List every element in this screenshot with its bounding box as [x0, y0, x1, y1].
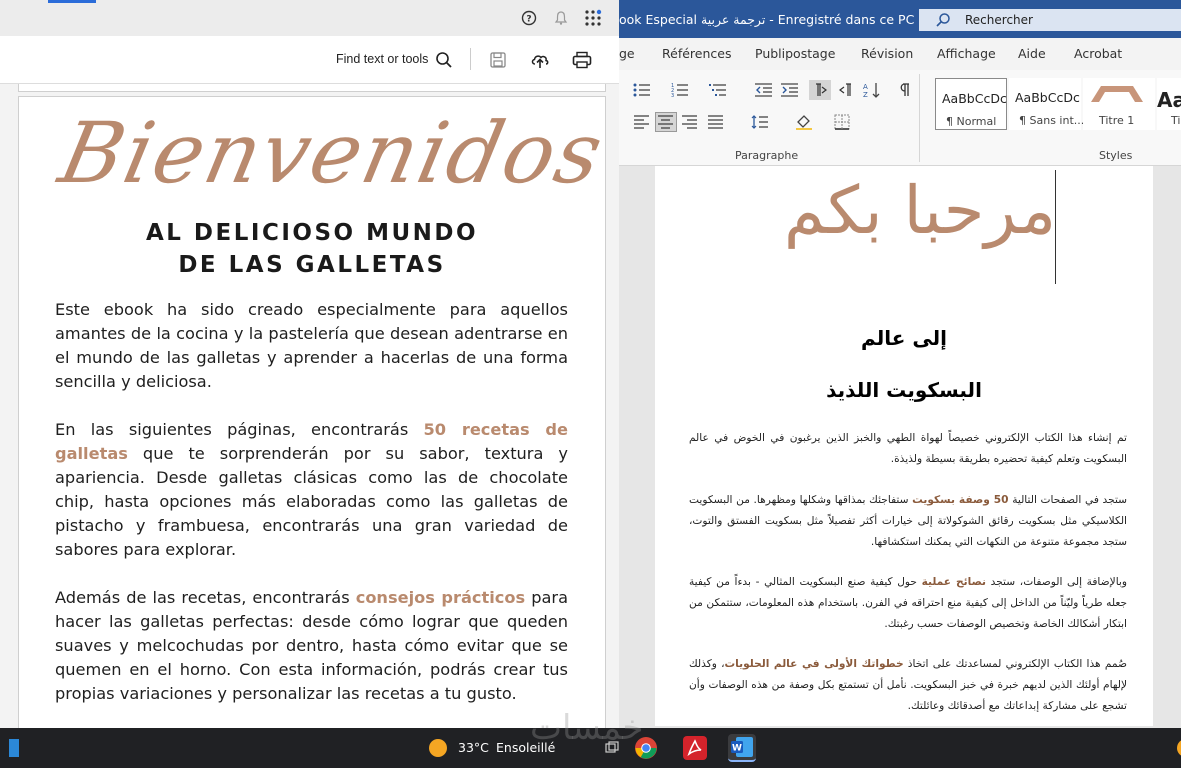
- arabic-heading-2: البسكويت اللذيذ: [826, 378, 982, 402]
- document-page[interactable]: مرحبا بكم إلى عالم البسكويت اللذيذ تم إن…: [655, 166, 1153, 726]
- pdf-viewer-window: ? Find text or tools Bienvenidos AL DELI…: [0, 0, 619, 728]
- style-titre-name: Ti: [1171, 114, 1181, 127]
- previous-page-edge: [18, 84, 606, 92]
- word-title-bar: ook Especial ترجمة عربية - Enregistré da…: [619, 0, 1181, 38]
- search-label: Rechercher: [965, 13, 1033, 27]
- tab-acrobat[interactable]: Acrobat: [1074, 46, 1122, 61]
- styles-group-label: Styles: [1099, 149, 1133, 162]
- paragraph-group-label: Paragraphe: [735, 149, 799, 162]
- tab-aide[interactable]: Aide: [1018, 46, 1046, 61]
- svg-text:Z: Z: [863, 91, 868, 98]
- intro-paragraph: Este ebook ha sido creado especialmente …: [55, 300, 568, 391]
- titre-preview-shape: [1091, 86, 1143, 102]
- multilevel-list-icon[interactable]: [707, 80, 729, 100]
- tab-affichage[interactable]: Affichage: [937, 46, 996, 61]
- document-area: مرحبا بكم إلى عالم البسكويت اللذيذ تم إن…: [619, 166, 1181, 728]
- page-subheading-line1: AL DELICIOSO MUNDO: [145, 220, 479, 246]
- word-icon[interactable]: W: [728, 734, 756, 762]
- acrobat-icon[interactable]: [681, 734, 709, 762]
- help-icon[interactable]: ?: [519, 8, 539, 28]
- style-titre-1-name: Titre 1: [1099, 114, 1135, 127]
- borders-icon[interactable]: [831, 112, 853, 132]
- bell-icon[interactable]: [551, 8, 571, 28]
- page-heading-script: Bienvenidos: [51, 104, 613, 202]
- svg-text:3: 3: [671, 93, 674, 97]
- arabic-title-script: مرحبا بكم: [783, 172, 1057, 249]
- align-center-icon[interactable]: [655, 112, 677, 132]
- word-window: ook Especial ترجمة عربية - Enregistré da…: [619, 0, 1181, 728]
- weather-sun-icon[interactable]: [424, 734, 452, 762]
- watermark: خمسات: [530, 708, 644, 748]
- text-cursor: [1055, 170, 1056, 284]
- numbering-icon[interactable]: 123: [669, 80, 691, 100]
- toolbar-divider: [470, 48, 471, 70]
- tips-paragraph: Además de las recetas, encontrarás conse…: [55, 586, 568, 706]
- tab-references[interactable]: Références: [662, 46, 731, 61]
- arabic-recipes-highlight: 50 وصفة بسكويت: [912, 494, 1009, 506]
- ribbon-tabs: ge Références Publipostage Révision Affi…: [619, 38, 1181, 70]
- recipes-paragraph: En las siguientes páginas, encontrarás 5…: [55, 418, 568, 562]
- tab-revision[interactable]: Révision: [861, 46, 913, 61]
- arabic-paragraph-3-start: وبالإضافة إلى الوصفات، ستجد: [986, 576, 1127, 588]
- style-sans-interligne-name: ¶ Sans int...: [1019, 114, 1085, 127]
- style-titre[interactable]: Aa Ti: [1157, 78, 1181, 130]
- svg-text:?: ?: [526, 15, 531, 25]
- shading-icon[interactable]: [793, 112, 815, 132]
- style-titre-preview: Aa: [1157, 88, 1181, 112]
- align-left-icon[interactable]: [631, 112, 653, 132]
- style-normal[interactable]: AaBbCcDc ¶ Normal: [935, 78, 1007, 130]
- bullets-icon[interactable]: [631, 80, 653, 100]
- arabic-paragraph-4-start: صُمم هذا الكتاب الإلكتروني لمساعدتك على …: [903, 658, 1127, 670]
- style-titre-1[interactable]: Titre 1: [1083, 78, 1155, 130]
- decrease-indent-icon[interactable]: [753, 80, 775, 100]
- tray-notification-icon[interactable]: [1168, 734, 1181, 762]
- increase-indent-icon[interactable]: [779, 80, 801, 100]
- tab-mise-en-page[interactable]: ge: [619, 46, 635, 61]
- pdf-toolbar: Find text or tools: [0, 36, 619, 84]
- tips-paragraph-start: Además de las recetas, encontrarás: [55, 588, 356, 607]
- start-button-icon[interactable]: [0, 734, 28, 762]
- align-right-icon[interactable]: [679, 112, 701, 132]
- sort-icon[interactable]: AZ: [861, 80, 883, 100]
- tips-highlight: consejos prácticos: [355, 588, 526, 607]
- search-icon[interactable]: [434, 50, 454, 70]
- rtl-direction-icon[interactable]: [835, 80, 857, 100]
- ltr-direction-icon[interactable]: [809, 80, 831, 100]
- arabic-paragraph-3: وبالإضافة إلى الوصفات، ستجد نصائح عملية …: [689, 572, 1127, 635]
- recipes-paragraph-start: En las siguientes páginas, encontrarás: [55, 420, 424, 439]
- tab-publipostage[interactable]: Publipostage: [755, 46, 835, 61]
- search-icon: [936, 13, 950, 27]
- style-normal-name: ¶ Normal: [946, 115, 997, 128]
- weather-temperature[interactable]: 33°C: [458, 740, 489, 755]
- justify-icon[interactable]: [705, 112, 727, 132]
- arabic-paragraph-4: صُمم هذا الكتاب الإلكتروني لمساعدتك على …: [689, 654, 1127, 717]
- document-title: ook Especial ترجمة عربية - Enregistré da…: [619, 12, 915, 27]
- arabic-paragraph-2: ستجد في الصفحات التالية 50 وصفة بسكويت س…: [689, 490, 1127, 553]
- arabic-paragraph-2-start: ستجد في الصفحات التالية: [1008, 494, 1128, 506]
- active-tab-indicator: [48, 0, 96, 3]
- show-formatting-icon[interactable]: [893, 80, 915, 100]
- pdf-title-bar: ?: [0, 0, 619, 36]
- arabic-tips-highlight: نصائح عملية: [921, 576, 986, 588]
- style-sans-interligne-preview: AaBbCcDc: [1015, 90, 1080, 105]
- desktop: ? Find text or tools Bienvenidos AL DELI…: [0, 0, 1181, 768]
- apps-grid-icon[interactable]: [583, 8, 603, 28]
- arabic-heading-1: إلى عالم: [861, 326, 947, 350]
- print-icon[interactable]: [572, 50, 592, 70]
- line-spacing-icon[interactable]: [749, 112, 771, 132]
- arabic-paragraph-1: تم إنشاء هذا الكتاب الإلكتروني خصيصاً له…: [689, 432, 1127, 465]
- style-sans-interligne[interactable]: AaBbCcDc ¶ Sans int...: [1009, 78, 1085, 130]
- search-box[interactable]: Rechercher: [919, 9, 1181, 31]
- svg-text:A: A: [863, 83, 868, 91]
- find-text-label[interactable]: Find text or tools: [336, 52, 428, 66]
- arabic-first-steps-highlight: خطواتك الأولى في عالم الحلويات: [724, 658, 904, 670]
- svg-text:W: W: [732, 744, 742, 754]
- save-icon[interactable]: [488, 50, 508, 70]
- upload-icon[interactable]: [530, 50, 550, 70]
- style-normal-preview: AaBbCcDc: [942, 91, 1007, 106]
- ribbon: 123 AZ Paragraphe AaBbCcDc ¶ Normal AaBb…: [619, 70, 1181, 166]
- group-divider: [919, 74, 920, 162]
- recipes-paragraph-end: que te sorprenderán por su sabor, textur…: [55, 444, 568, 559]
- page-subheading-line2: DE LAS GALLETAS: [178, 252, 446, 278]
